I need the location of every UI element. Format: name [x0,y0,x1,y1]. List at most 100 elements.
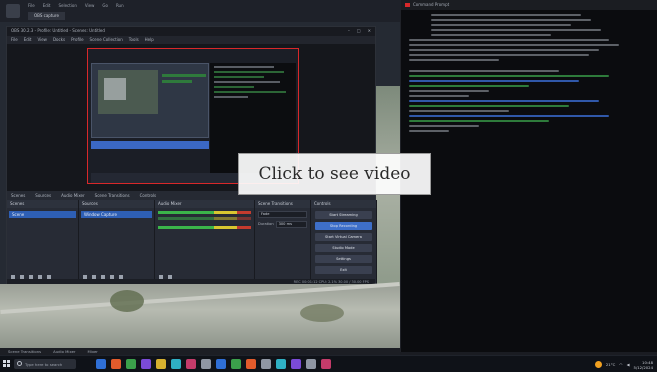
weather-icon[interactable] [594,361,602,368]
settings-button[interactable]: Settings [315,255,372,263]
outer-menu-selection[interactable]: Selection [58,3,76,10]
start-button[interactable] [3,360,11,368]
taskbar-app-icon[interactable] [261,359,271,369]
taskbar-app-icon[interactable] [111,359,121,369]
captured-terminal-line [214,71,284,73]
taskbar-app-icon[interactable] [306,359,316,369]
click-to-see-video-button[interactable]: Click to see video [238,153,431,195]
obs-window-title: OBS 30.2.3 - Profile: Untitled - Scenes:… [11,28,105,33]
controls-header: Controls [311,200,376,208]
tab-controls[interactable]: Controls [140,191,157,200]
taskbar-app-icon[interactable] [96,359,106,369]
controls-dock: Controls Start Streaming Stop Recording … [311,200,377,285]
captured-window [91,63,209,138]
scenes-dock: Scenes Scene [7,200,79,285]
terminal-line [409,49,599,51]
captured-green-text-2 [162,80,192,83]
clock[interactable]: 10:48 5/12/2024 [634,360,653,370]
taskbar-app-icon[interactable] [231,359,241,369]
taskbar-app-icon[interactable] [171,359,181,369]
captured-terminal-line [214,81,280,83]
obs-titlebar: OBS 30.2.3 - Profile: Untitled - Scenes:… [7,27,375,36]
duration-row: Duration 300 ms [258,221,307,228]
audio-meter [158,211,251,214]
hint-audio-mixer[interactable]: Audio Mixer [53,348,75,355]
terminal-line [431,19,591,21]
obs-menu-scene-collection[interactable]: Scene Collection [90,36,123,44]
hint-mixer[interactable]: Mixer [87,348,97,355]
taskbar-app-icon[interactable] [321,359,331,369]
obs-menu-tools[interactable]: Tools [129,36,139,44]
network-icon[interactable]: ◠ [619,362,622,367]
outer-menu-edit[interactable]: Edit [43,3,51,10]
outer-menu-run[interactable]: Run [116,3,124,10]
stop-recording-button[interactable]: Stop Recording [315,222,372,230]
exit-button[interactable]: Exit [315,266,372,274]
taskbar-app-icon[interactable] [216,359,226,369]
captured-green-text [162,74,206,77]
captured-terminal-line [214,66,274,68]
terminal-line [409,90,489,92]
terminal-line [409,105,569,107]
hint-scene-transitions[interactable]: Scene Transitions [8,348,41,355]
obs-menu-docks[interactable]: Docks [53,36,65,44]
tab-scenes[interactable]: Scenes [11,191,25,200]
outer-menu-view[interactable]: View [85,3,95,10]
obs-menu-edit[interactable]: Edit [24,36,32,44]
outer-active-tab[interactable]: OBS capture [28,12,65,20]
weather-temp[interactable]: 21°C [606,362,615,367]
taskbar-app-icon[interactable] [201,359,211,369]
terminal-line [409,130,449,132]
search-icon [17,361,22,366]
outer-menu-go[interactable]: Go [102,3,108,10]
obs-menu-profile[interactable]: Profile [71,36,83,44]
duration-field[interactable]: 300 ms [275,221,307,228]
terminal-line [409,110,509,112]
minimize-button[interactable]: – [348,28,350,33]
tab-scene-transitions[interactable]: Scene Transitions [95,191,130,200]
start-streaming-button[interactable]: Start Streaming [315,211,372,219]
volume-icon[interactable]: ◀ [627,362,630,367]
close-button[interactable]: ✕ [368,28,371,33]
studio-mode-button[interactable]: Studio Mode [315,244,372,252]
transition-type-select[interactable]: Fade [258,211,307,218]
taskbar-app-icon[interactable] [276,359,286,369]
terminal-line [409,95,469,97]
maximize-button[interactable]: □ [357,28,361,33]
scene-list-item[interactable]: Scene [9,211,76,218]
obs-menu-view[interactable]: View [37,36,47,44]
obs-docks: Scenes Sources Audio Mixer Scene Transit… [7,191,377,285]
obs-menu-help[interactable]: Help [145,36,154,44]
tab-sources[interactable]: Sources [35,191,51,200]
terminal-line [409,85,529,87]
source-list-item[interactable]: Window Capture [81,211,152,218]
sources-dock: Sources Window Capture [79,200,155,285]
volume-slider[interactable] [158,226,251,229]
taskbar-app-icon[interactable] [126,359,136,369]
virtual-camera-button[interactable]: Start Virtual Camera [315,233,372,241]
captured-video [98,70,158,114]
terminal-line [409,44,619,46]
transitions-header: Scene Transitions [255,200,310,208]
taskbar-app-icon[interactable] [246,359,256,369]
outer-titlebar: File Edit Selection View Go Run OBS capt… [0,0,400,22]
terminal-titlebar: Command Prompt [401,0,657,10]
tab-audio-mixer[interactable]: Audio Mixer [61,191,85,200]
terminal-line [409,54,589,56]
audio-mixer-dock: Audio Mixer [155,200,255,285]
obs-menu-file[interactable]: File [11,36,18,44]
taskbar-search[interactable]: Type here to search [14,359,76,369]
taskbar-app-icon[interactable] [156,359,166,369]
terminal-line [409,70,559,72]
terminal-line [431,29,601,31]
taskbar-app-icon[interactable] [186,359,196,369]
terminal-line [409,115,609,117]
scenes-header: Scenes [7,200,78,208]
scene-transitions-dock: Scene Transitions Fade Duration 300 ms [255,200,311,285]
outer-menu-file[interactable]: File [28,3,35,10]
taskbar: Type here to search 21°C ◠ ◀ 10:48 5/12/… [0,355,657,372]
taskbar-app-icon[interactable] [291,359,301,369]
taskbar-app-icon[interactable] [141,359,151,369]
terminal-window[interactable]: Command Prompt [400,0,657,352]
terminal-line [409,39,609,41]
